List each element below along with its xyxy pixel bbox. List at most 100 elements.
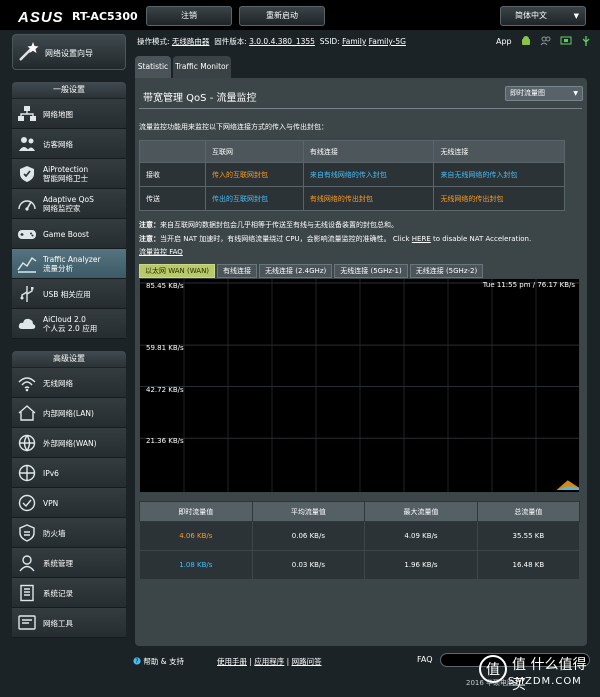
traffic-analyzer-icon [17,256,37,273]
stat-average: 0.03 KB/s [251,550,366,580]
info-bar: 操作模式: 无线路由器 固件版本: 3.0.0.4.380_1355 SSID:… [137,36,406,47]
disable-nat-link[interactable]: HERE [412,235,431,243]
language-label: 简体中文 [515,11,547,20]
sidebar-item-label: Traffic Analyzer 流量分析 [43,255,101,273]
traffic-definition-table: 互联网 有线连接 无线连接 接收 传入的互联网封包 来自有线网络的传入封包 来自… [139,140,565,211]
manual-link[interactable]: 使用手册 [217,657,247,666]
table-cell: 传出的互联网封包 [205,186,304,211]
table-row: 4.06 KB/s 0.06 KB/s 4.09 KB/s 35.55 KB [139,521,581,551]
app-label[interactable]: App [496,37,512,46]
help-icon: ? [133,657,141,665]
sidebar-item-general-3[interactable]: Adaptive QoS 网络监控家 [12,189,126,219]
sidebar-item-general-1[interactable]: 访客网络 [12,129,126,159]
wizard-label: 网络设置向导 [45,49,93,58]
sidebar-item-general-0[interactable]: 网络地图 [12,99,126,129]
tab-wireless-5g2[interactable]: 无线连接 (5GHz-2) [409,264,484,278]
stat-current: 4.06 KB/s [139,521,253,551]
sidebar-item-general-7[interactable]: AiCloud 2.0 个人云 2.0 应用 [12,309,126,339]
sidebar-item-advanced-4[interactable]: VPN [12,488,126,518]
traffic-monitor-faq-link[interactable]: 流量监控 FAQ [139,248,183,256]
sidebar-item-label: 无线网络 [43,378,73,388]
sidebar-item-label: 访客网络 [43,139,73,149]
tools-icon [18,615,36,630]
ssid-label: SSID: [319,37,340,46]
table-row: 传送 传出的互联网封包 有线网络的传出封包 无线网络的传出封包 [139,186,565,211]
tab-wireless-5g1[interactable]: 无线连接 (5GHz-1) [334,264,408,278]
sidebar-item-label: 系统记录 [43,588,73,598]
sidebar-item-advanced-3[interactable]: IPv6 [12,458,126,488]
tab-traffic-monitor[interactable]: Traffic Monitor [173,56,231,78]
table-cell: 无线网络的传出封包 [433,186,565,211]
note-prefix: 注意： [139,221,160,229]
home-icon [18,405,36,421]
language-select[interactable]: 简体中文 ▼ [500,6,586,26]
stat-header-max: 最大流量值 [364,501,478,522]
tab-wan[interactable]: 以太网 WAN (WAN) [139,264,216,278]
usb-status-icon[interactable] [580,36,592,46]
sidebar-item-general-5[interactable]: Traffic Analyzer 流量分析 [12,249,126,279]
y-tick-label: 85.45 KB/s [146,282,184,290]
table-cell: 有线网络的传出封包 [302,186,435,211]
description: 流量监控功能用来监控以下网络连接方式的传入与传出封包： [139,123,328,131]
help-support[interactable]: ? 帮助 & 支持 [133,656,184,667]
globe-icon-wrap [17,434,37,452]
model-name: RT-AC5300 [72,10,138,23]
sidebar-item-advanced-5[interactable]: 防火墙 [12,518,126,548]
chevron-down-icon: ▼ [573,90,578,97]
svg-text:值: 值 [486,662,500,678]
footer-links: 使用手册 | 应用程序 | 网路问答 [217,657,322,666]
traffic-chart-svg [140,279,579,492]
globe-icon [18,434,36,452]
view-mode-select[interactable]: 即时流量图 ▼ [505,86,583,101]
page-title: 带宽管理 QoS - 流量监控 [143,93,257,104]
network-setup-wizard-button[interactable]: 网络设置向导 [12,34,126,70]
logout-button[interactable]: 注销 [146,6,232,26]
tab-wired[interactable]: 有线连接 [217,264,258,278]
stat-max: 1.96 KB/s [364,550,478,580]
traffic-analyzer-icon-wrap [17,255,37,273]
gamepad-icon-wrap [17,225,37,243]
network-status-icon[interactable] [560,36,572,46]
firmware-link[interactable]: 3.0.0.4.380_1355 [249,37,315,46]
divider [139,108,582,109]
log-icon-wrap [17,584,37,602]
general-settings-header: 一般设置 [12,82,126,98]
chart-time-label: Tue 11:55 pm / 76.17 KB/s [482,281,575,289]
sidebar-item-general-4[interactable]: Game Boost [12,219,126,249]
network-map-icon [18,106,36,121]
stat-header-total: 总流量值 [476,501,581,522]
chevron-down-icon: ▼ [573,12,579,20]
mode-link[interactable]: 无线路由器 [172,37,210,46]
tab-statistic[interactable]: Statistic [135,56,171,78]
log-icon [20,584,34,602]
sidebar-item-advanced-6[interactable]: 系统管理 [12,548,126,578]
row-label: 接收 [139,162,206,187]
sidebar-item-general-6[interactable]: USB 相关应用 [12,279,126,309]
sidebar-item-advanced-0[interactable]: 无线网络 [12,368,126,398]
sidebar-item-label: USB 相关应用 [43,289,91,299]
stat-header-average: 平均流量值 [251,501,366,522]
sidebar-item-label: 防火墙 [43,528,66,538]
faq-link-row: 流量监控 FAQ [139,247,183,257]
sidebar-item-advanced-8[interactable]: 网络工具 [12,608,126,638]
guest-network-icon [19,137,35,151]
help-label: 帮助 & 支持 [143,657,185,666]
sidebar-item-label: 系统管理 [43,558,73,568]
sidebar-item-general-2[interactable]: AiProtection 智能网络卫士 [12,159,126,189]
sidebar-item-advanced-1[interactable]: 内部网络(LAN) [12,398,126,428]
sidebar-item-label: Game Boost [43,229,89,239]
users-icon[interactable] [540,36,552,46]
sidebar-item-label: VPN [43,498,59,508]
ssid-24-link[interactable]: Family [342,37,366,46]
network-map-icon-wrap [17,105,37,123]
sidebar-item-advanced-7[interactable]: 系统记录 [12,578,126,608]
utility-link[interactable]: 应用程序 [254,657,284,666]
reboot-button[interactable]: 重新启动 [239,6,325,26]
row-label: 传送 [139,186,206,211]
svg-text:?: ? [135,658,138,665]
android-icon[interactable] [520,36,532,46]
ssid-5g-link[interactable]: Family-5G [369,37,406,46]
feedback-link[interactable]: 网路问答 [292,657,322,666]
tab-wireless-24[interactable]: 无线连接 (2.4GHz) [259,264,333,278]
sidebar-item-advanced-2[interactable]: 外部网络(WAN) [12,428,126,458]
